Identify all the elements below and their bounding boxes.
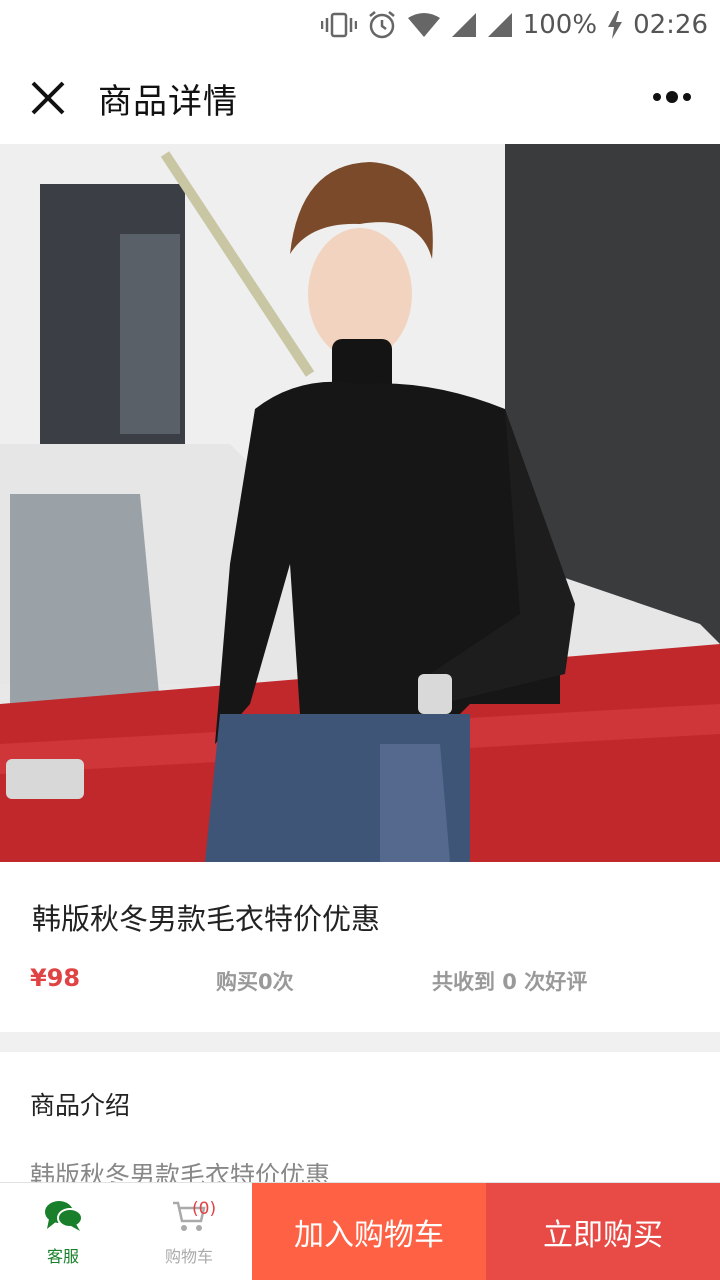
product-info: 韩版秋冬男款毛衣特价优惠 ¥98 购买0次 共收到 0 次好评 — [0, 862, 720, 1032]
cart-label: 购物车 — [164, 1247, 213, 1266]
buy-now-button[interactable]: 立即购买 — [486, 1183, 720, 1280]
cart-button[interactable]: (0) 购物车 — [126, 1183, 252, 1280]
cart-count-badge: (0) — [192, 1199, 217, 1219]
alarm-icon — [367, 10, 397, 40]
customer-service-button[interactable]: 客服 — [0, 1183, 126, 1280]
add-to-cart-button[interactable]: 加入购物车 — [252, 1183, 486, 1280]
more-icon[interactable] — [650, 82, 694, 112]
close-icon[interactable] — [28, 78, 68, 118]
product-price: ¥98 — [30, 964, 81, 992]
product-title: 韩版秋冬男款毛衣特价优惠 — [32, 902, 381, 936]
nav-bar: 商品详情 — [0, 50, 720, 144]
clock: 02:26 — [633, 10, 708, 40]
intro-heading: 商品介绍 — [30, 1091, 131, 1120]
review-count: 共收到 0 次好评 — [432, 970, 588, 994]
chat-icon — [43, 1199, 83, 1237]
status-bar: 100% 02:26 — [0, 0, 720, 50]
product-photo[interactable] — [0, 144, 720, 862]
purchase-count: 购买0次 — [216, 970, 294, 994]
signal-icon — [451, 12, 477, 38]
status-icons: 100% 02:26 — [320, 8, 708, 42]
customer-service-label: 客服 — [46, 1247, 79, 1266]
charging-icon — [607, 11, 623, 39]
wifi-icon — [407, 12, 441, 38]
signal-icon — [487, 12, 513, 38]
section-divider — [0, 1032, 720, 1052]
product-intro: 商品介绍 韩版秋冬男款毛衣特价优惠 — [0, 1052, 720, 1190]
page-title: 商品详情 — [98, 82, 238, 122]
vibrate-icon — [320, 12, 357, 38]
bottom-action-bar: 客服 (0) 购物车 加入购物车 立即购买 — [0, 1182, 720, 1280]
battery-percent: 100% — [522, 10, 598, 40]
